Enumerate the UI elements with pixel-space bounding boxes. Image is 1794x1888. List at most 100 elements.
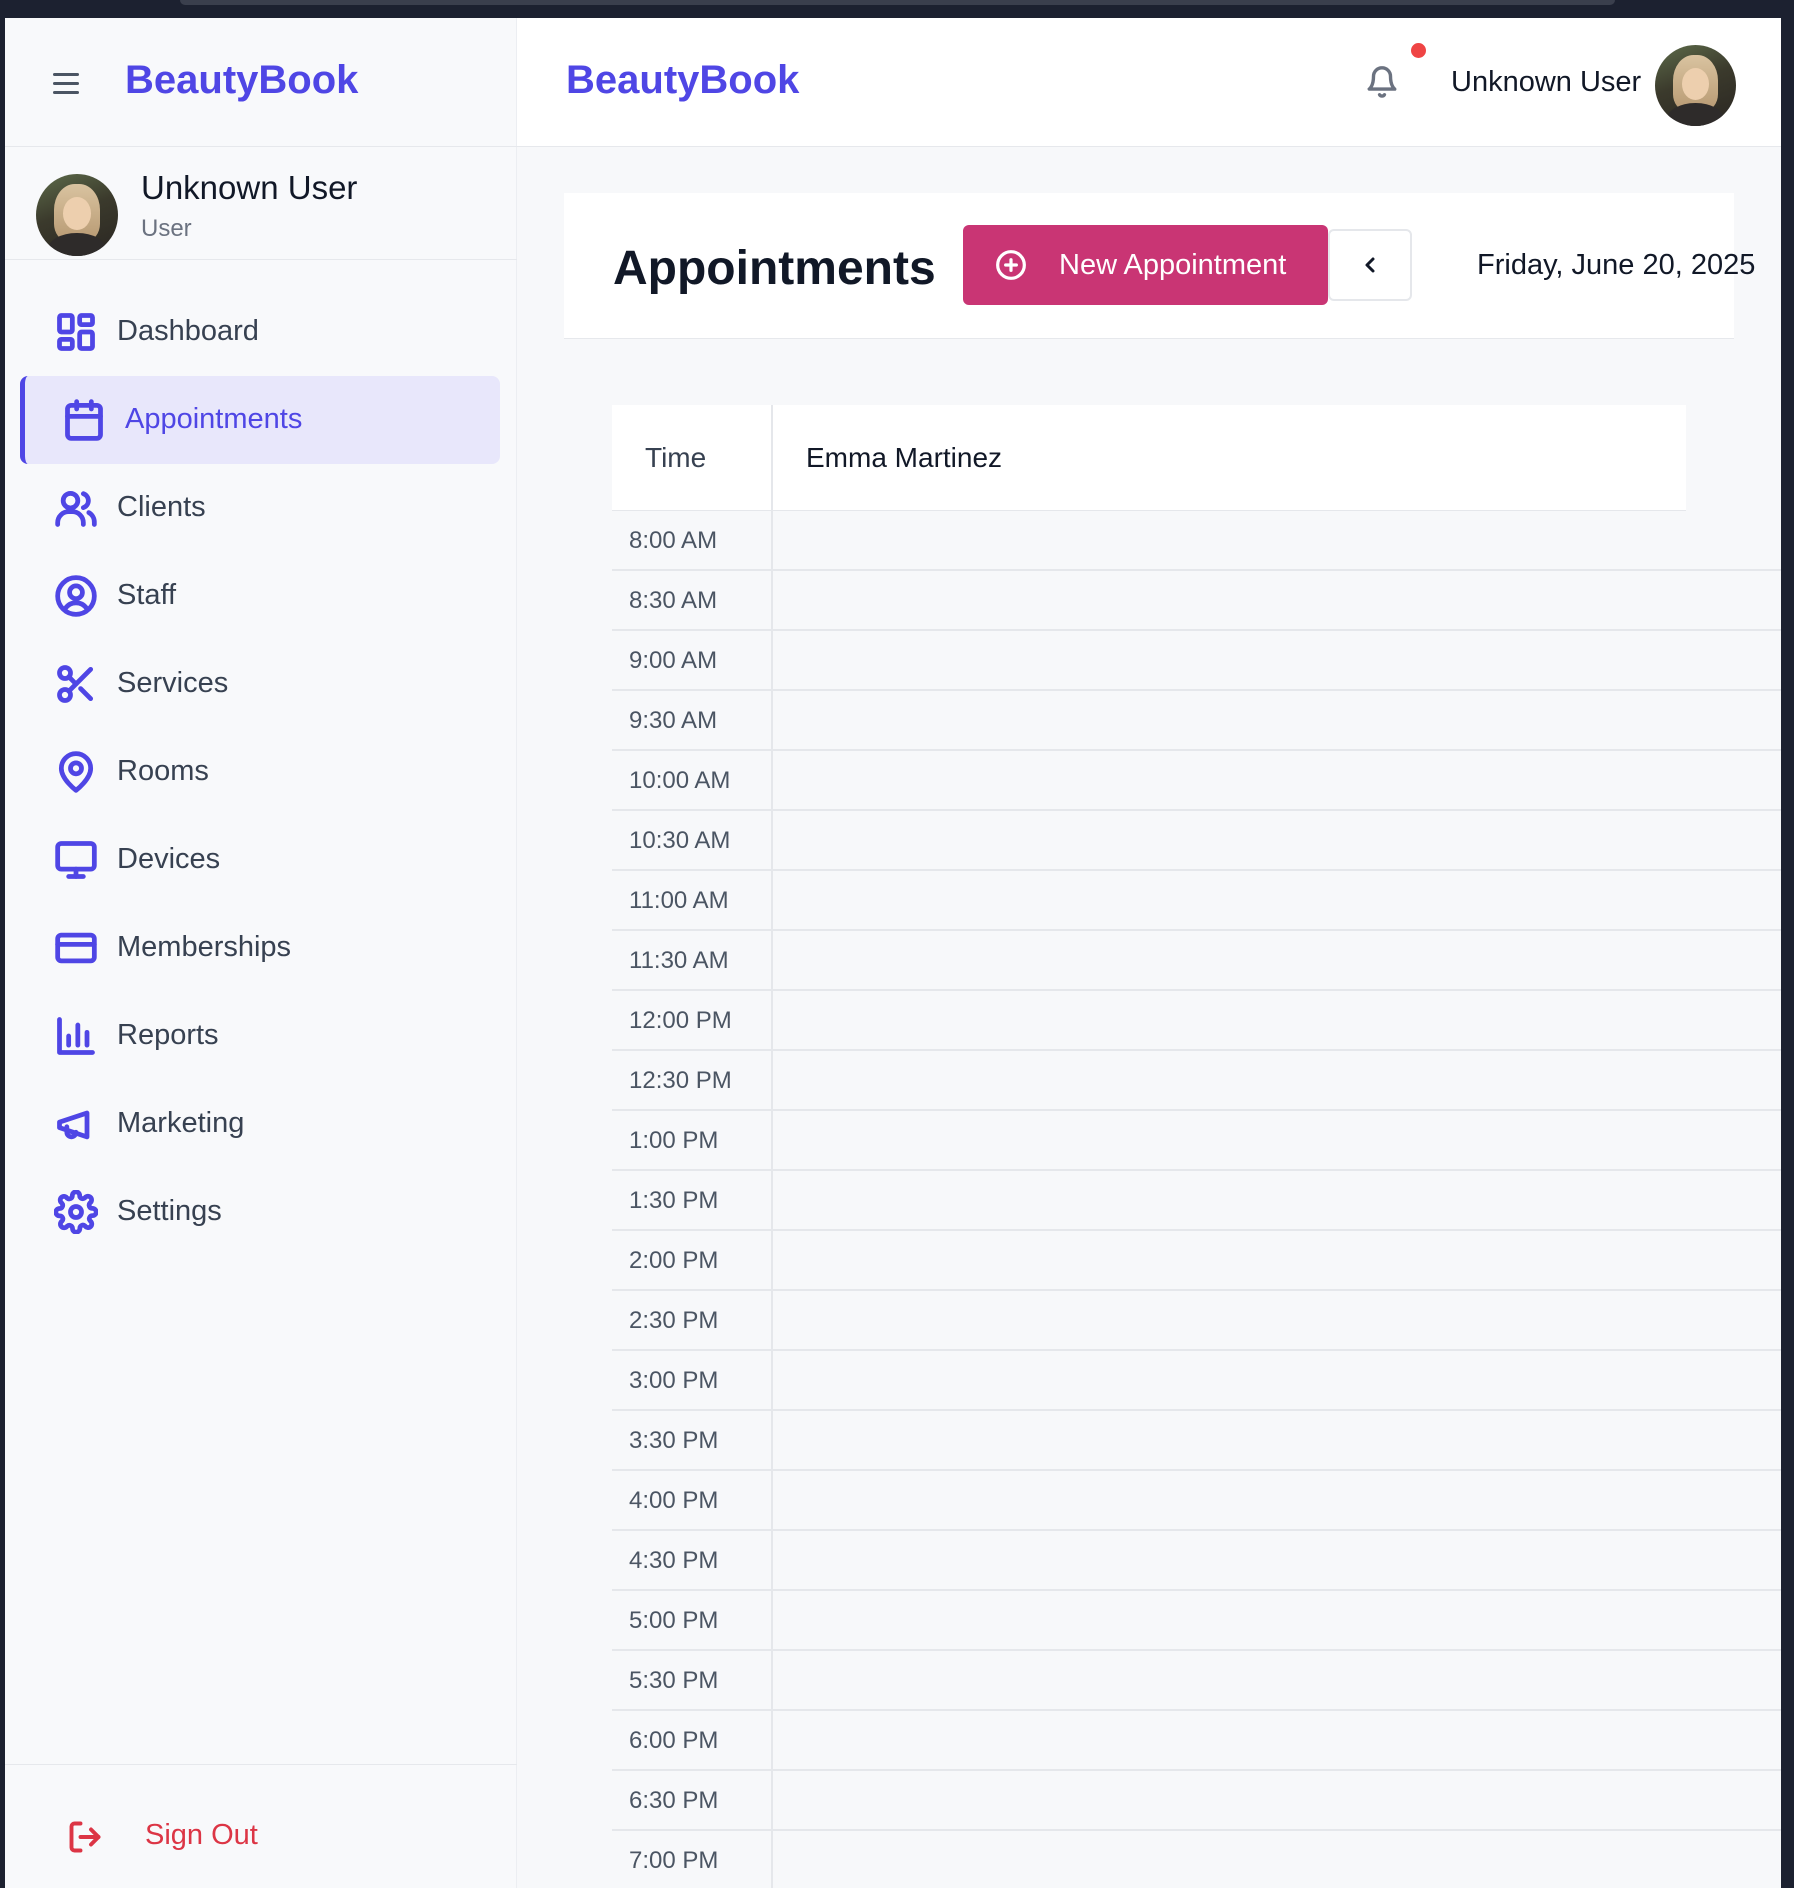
page-header: Appointments New Appointment Friday, Jun… <box>564 193 1755 339</box>
table-row: 6:30 PM <box>612 1771 1781 1831</box>
scissors-icon <box>54 662 98 706</box>
time-slot-label: 7:00 PM <box>629 1847 719 1874</box>
sidebar-footer: Sign Out <box>5 1764 517 1888</box>
main-content: Appointments New Appointment Friday, Jun… <box>517 147 1781 1888</box>
staff-column-header: Emma Martinez <box>806 442 1003 473</box>
previous-day-button[interactable] <box>1328 229 1412 301</box>
avatar <box>36 174 118 256</box>
sidebar-item-memberships[interactable]: Memberships <box>5 904 517 992</box>
sidebar-item-settings[interactable]: Settings <box>5 1168 517 1256</box>
megaphone-icon <box>54 1102 98 1146</box>
sidebar-item-staff[interactable]: Staff <box>5 552 517 640</box>
sidebar-item-label: Devices <box>117 843 221 875</box>
appointment-slot[interactable] <box>773 1831 1781 1888</box>
appointment-slot[interactable] <box>773 1471 1781 1529</box>
table-row: 3:00 PM <box>612 1351 1781 1411</box>
time-slot-label: 11:00 AM <box>629 887 729 914</box>
sidebar-item-appointments[interactable]: Appointments <box>20 376 500 464</box>
appointment-slot[interactable] <box>773 571 1781 629</box>
schedule-header: Time Emma Martinez <box>612 405 1686 511</box>
appointment-slot[interactable] <box>773 1171 1781 1229</box>
time-slot-label: 3:30 PM <box>629 1427 719 1454</box>
sidebar-item-services[interactable]: Services <box>5 640 517 728</box>
menu-toggle-icon[interactable] <box>53 73 83 97</box>
appointment-slot[interactable] <box>773 1051 1781 1109</box>
table-row: 4:00 PM <box>612 1471 1781 1531</box>
sidebar-item-label: Staff <box>117 579 177 611</box>
table-row: 10:00 AM <box>612 751 1781 811</box>
table-row: 2:00 PM <box>612 1231 1781 1291</box>
header-brand[interactable]: BeautyBook <box>566 58 799 103</box>
time-slot-label: 5:30 PM <box>629 1667 719 1694</box>
sign-out-label: Sign Out <box>145 1819 258 1851</box>
appointment-slot[interactable] <box>773 1231 1781 1289</box>
time-slot-label: 2:00 PM <box>629 1247 719 1274</box>
credit-card-icon <box>54 926 98 970</box>
new-appointment-button[interactable]: New Appointment <box>963 225 1328 305</box>
sign-out-button[interactable]: Sign Out <box>67 1817 307 1861</box>
gear-icon <box>53 1189 99 1235</box>
appointment-slot[interactable] <box>773 811 1781 869</box>
browser-chrome <box>0 0 1794 18</box>
time-slot-label: 10:30 AM <box>629 827 731 854</box>
header-user-name[interactable]: Unknown User <box>1451 66 1641 99</box>
sidebar-user-role: User <box>141 215 192 242</box>
monitor-icon <box>54 838 98 882</box>
appointment-slot[interactable] <box>773 931 1781 989</box>
sidebar-item-dashboard[interactable]: Dashboard <box>5 288 517 376</box>
page-title: Appointments <box>613 242 936 295</box>
table-row: 2:30 PM <box>612 1291 1781 1351</box>
time-slot-label: 9:30 AM <box>629 707 718 734</box>
appointment-slot[interactable] <box>773 1711 1781 1769</box>
time-slot-label: 12:30 PM <box>629 1067 732 1094</box>
appointment-slot[interactable] <box>773 631 1781 689</box>
appointment-slot[interactable] <box>773 991 1781 1049</box>
sidebar-brand[interactable]: BeautyBook <box>125 58 358 103</box>
sidebar-nav: Dashboard Appointments Clients Staff Ser… <box>5 288 517 1256</box>
sidebar-item-rooms[interactable]: Rooms <box>5 728 517 816</box>
sidebar-item-label: Services <box>117 667 229 699</box>
appointment-slot[interactable] <box>773 1111 1781 1169</box>
appointment-slot[interactable] <box>773 511 1781 569</box>
table-row: 11:30 AM <box>612 931 1781 991</box>
appointment-slot[interactable] <box>773 1351 1781 1409</box>
appointment-slot[interactable] <box>773 1651 1781 1709</box>
sidebar-item-clients[interactable]: Clients <box>5 464 517 552</box>
appointment-slot[interactable] <box>773 1591 1781 1649</box>
chevron-left-icon <box>1365 257 1375 273</box>
header-avatar[interactable] <box>1655 45 1736 126</box>
sidebar-item-devices[interactable]: Devices <box>5 816 517 904</box>
dashboard-icon <box>54 310 98 354</box>
time-slot-label: 8:30 AM <box>629 587 718 614</box>
appointment-slot[interactable] <box>773 871 1781 929</box>
table-row: 6:00 PM <box>612 1711 1781 1771</box>
sidebar-item-marketing[interactable]: Marketing <box>5 1080 517 1168</box>
sidebar-item-label: Memberships <box>117 931 292 963</box>
appointment-slot[interactable] <box>773 691 1781 749</box>
table-row: 9:30 AM <box>612 691 1781 751</box>
table-row: 4:30 PM <box>612 1531 1781 1591</box>
time-slot-label: 6:00 PM <box>629 1727 719 1754</box>
table-row: 5:00 PM <box>612 1591 1781 1651</box>
appointment-slot[interactable] <box>773 1411 1781 1469</box>
sidebar-user-card: Unknown User User <box>5 147 517 260</box>
bell-icon[interactable] <box>1365 64 1399 100</box>
table-row: 9:00 AM <box>612 631 1781 691</box>
table-row: 12:00 PM <box>612 991 1781 1051</box>
time-slot-label: 9:00 AM <box>629 647 718 674</box>
time-slot-label: 6:30 PM <box>629 1787 719 1814</box>
sidebar-header: BeautyBook <box>5 18 517 147</box>
appointment-slot[interactable] <box>773 1771 1781 1829</box>
table-row: 8:30 AM <box>612 571 1781 631</box>
notification-dot <box>1411 43 1426 58</box>
appointment-slot[interactable] <box>773 751 1781 809</box>
sidebar-item-reports[interactable]: Reports <box>5 992 517 1080</box>
time-slot-label: 12:00 PM <box>629 1007 732 1034</box>
new-appointment-label: New Appointment <box>1059 249 1287 281</box>
appointment-slot[interactable] <box>773 1291 1781 1349</box>
sign-out-icon <box>69 1821 101 1853</box>
time-column-header: Time <box>645 442 707 473</box>
user-circle-icon <box>54 574 98 618</box>
sidebar-item-label: Settings <box>117 1195 222 1227</box>
appointment-slot[interactable] <box>773 1531 1781 1589</box>
